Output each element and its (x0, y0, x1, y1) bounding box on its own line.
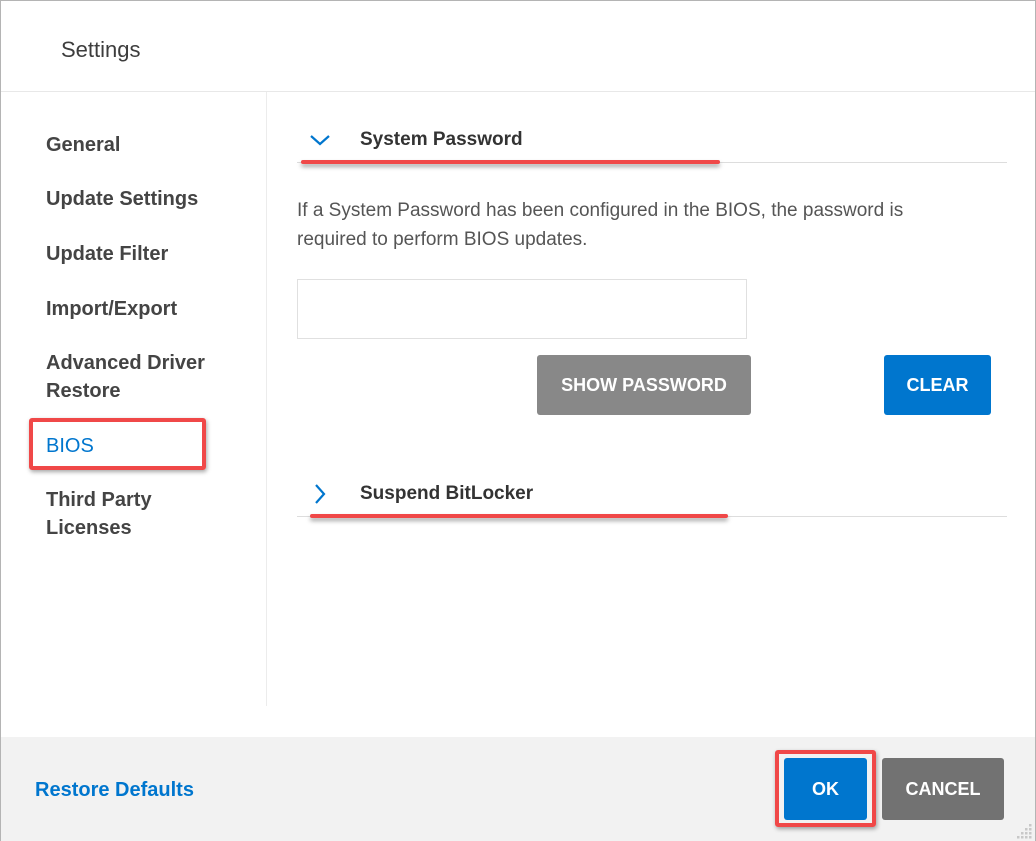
settings-sidebar: General Update Settings Update Filter Im… (1, 92, 267, 706)
settings-dialog: Settings General Update Settings Update … (0, 0, 1036, 841)
dialog-title: Settings (61, 37, 141, 62)
suspend-bitlocker-section-header[interactable]: Suspend BitLocker (297, 477, 1007, 517)
sidebar-item-general[interactable]: General (46, 131, 120, 159)
sidebar-item-update-settings[interactable]: Update Settings (46, 185, 198, 213)
description-line: required to perform BIOS updates. (297, 229, 588, 250)
system-password-input[interactable] (297, 279, 747, 339)
system-password-title: System Password (360, 129, 523, 150)
sidebar-item-label: Third Party (46, 489, 152, 511)
dialog-header: Settings (1, 1, 1035, 92)
sidebar-item-label: Advanced Driver (46, 352, 205, 374)
cancel-button[interactable]: CANCEL (882, 758, 1004, 820)
clear-button[interactable]: CLEAR (884, 355, 991, 415)
ok-button[interactable]: OK (784, 758, 867, 820)
description-line: If a System Password has been configured… (297, 200, 904, 221)
system-password-description: If a System Password has been configured… (297, 196, 997, 254)
sidebar-item-label: Licenses (46, 517, 132, 539)
restore-defaults-link[interactable]: Restore Defaults (35, 779, 194, 802)
sidebar-item-update-filter[interactable]: Update Filter (46, 240, 168, 268)
system-password-section-header[interactable]: System Password (297, 123, 1007, 163)
suspend-bitlocker-title: Suspend BitLocker (360, 483, 534, 504)
chevron-right-icon (315, 484, 326, 504)
sidebar-item-import-export[interactable]: Import/Export (46, 295, 177, 323)
chevron-down-icon (310, 135, 330, 146)
sidebar-item-third-party-licenses[interactable]: Third Party Licenses (46, 486, 152, 542)
sidebar-item-advanced-driver-restore[interactable]: Advanced Driver Restore (46, 349, 205, 405)
resize-grip-icon[interactable] (1017, 824, 1033, 840)
sidebar-item-label: Restore (46, 380, 121, 402)
dialog-footer: Restore Defaults OK CANCEL (1, 737, 1035, 841)
show-password-button[interactable]: SHOW PASSWORD (537, 355, 751, 415)
sidebar-item-bios[interactable]: BIOS (46, 432, 94, 460)
